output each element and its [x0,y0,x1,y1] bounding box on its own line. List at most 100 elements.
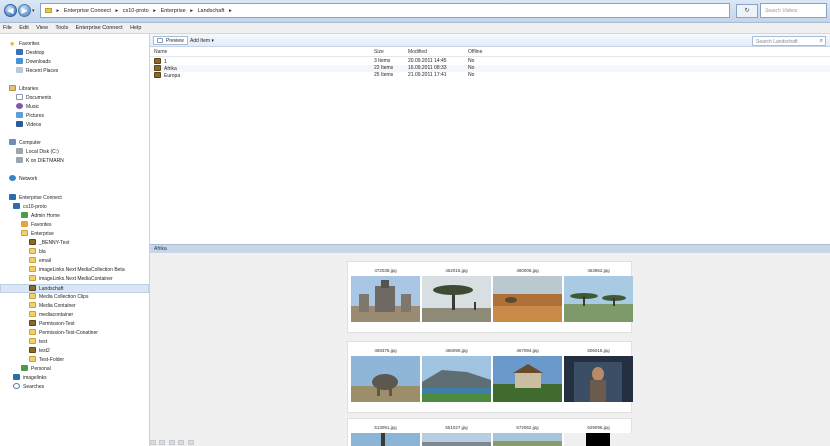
thumbnail[interactable]: 480006.jpg [493,268,562,322]
column-header-modified[interactable]: Modified [408,48,427,56]
computer-icon [9,139,16,145]
disk-icon [16,148,23,154]
sidebar-item-music[interactable]: Music [16,103,39,112]
breadcrumb[interactable]: ▸ Enterprise Connect ▸ cs10-proto ▸ Ente… [40,3,730,18]
menu-bar: File Edit View Tools Enterprise Connect … [0,23,830,34]
sidebar-item-pictures[interactable]: Pictures [16,112,44,121]
breadcrumb-item[interactable]: Enterprise [161,8,186,14]
thumbnail-image [351,433,420,446]
sidebar-item-network[interactable]: Network [9,175,37,184]
thumbnail[interactable]: 463962.jpg [564,268,633,322]
sidebar-item-desktop[interactable]: Desktop [16,49,44,58]
table-row[interactable]: Afrika 22 Items 16.09.2011 08:33 No [150,65,830,72]
menu-enterprise-connect[interactable]: Enterprise Connect [73,23,126,31]
history-dropdown-icon[interactable]: ▾ [32,8,35,14]
sidebar-item-cs10-proto[interactable]: cs10-proto [13,203,47,212]
sidebar-item-local-disk[interactable]: Local Disk (C:) [16,148,59,157]
sidebar-item-landschaft[interactable]: Landschaft [0,284,149,293]
sidebar-item-imagelinks[interactable]: imagelinks [13,374,47,383]
thumbnail[interactable]: 462016.jpg [422,268,491,322]
preview-title: Afrika [154,246,167,252]
sidebar-item-documents[interactable]: Documents [16,94,51,103]
downloads-icon [16,58,23,64]
sidebar-item-favorites[interactable]: ★ Favorites [9,40,40,49]
sidebar-item-videos[interactable]: Videos [16,121,41,130]
table-row[interactable]: 1 3 Items 20.09.2011 14:45 No [150,58,830,65]
network-drive-icon [16,157,23,163]
sidebar-item-enterprise-connect[interactable]: Enterprise Connect [9,194,62,203]
sidebar-item-network-drive[interactable]: K on DIETMARN [16,157,64,166]
sidebar-item-folder[interactable]: bla [29,248,46,257]
refresh-button[interactable]: ↻ [736,4,758,18]
sidebar-item-folder[interactable]: Media Collection Clips [29,293,88,302]
sidebar-item-admin-home[interactable]: Admin Home [21,212,60,221]
sidebar-item-folder[interactable]: Permission-Test [29,320,75,329]
sidebar-item-downloads[interactable]: Downloads [16,58,51,67]
sidebar-item-folder[interactable]: Test-Folder [29,356,64,365]
breadcrumb-item[interactable]: cs10-proto [123,8,149,14]
thumbnail[interactable]: 467094.jpg [493,348,562,402]
column-header-size[interactable]: Size [374,48,384,56]
sidebar-item-folder[interactable]: imageLinks.Next MediaContainer [29,275,113,284]
folder-icon [154,72,161,78]
searches-icon [13,383,20,389]
thumbnail[interactable]: 506015.jpg [564,348,633,402]
sidebar-item-folder[interactable]: test2 [29,347,50,356]
folder-search-input[interactable]: Search Landschaft ⌕ [752,36,826,46]
menu-edit[interactable]: Edit [16,23,31,31]
recent-places-icon [16,67,23,73]
folder-icon [29,302,36,308]
sidebar-item-folder[interactable]: imageLinks.Next MediaCollection Beta [29,266,125,275]
column-header-offline[interactable]: Offline [468,48,482,56]
sidebar-item-enterprise[interactable]: Enterprise [21,230,54,239]
navigation-pane: ★ Favorites Desktop Downloads Recent Plac… [0,34,150,446]
star-icon: ★ [9,41,16,48]
thumbnail-image [493,276,562,322]
thumbnail[interactable]: 629096.jpg [564,425,633,446]
sidebar-item-recent-places[interactable]: Recent Places [16,67,58,76]
thumbnail-image [351,276,420,322]
menu-view[interactable]: View [33,23,51,31]
admin-home-icon [21,212,28,218]
preview-header: Afrika [150,244,830,253]
forward-arrow-icon[interactable]: ▶ [18,4,31,17]
thumbnail[interactable]: 469375.jpg [351,348,420,402]
folder-icon [29,275,36,281]
menu-help[interactable]: Help [127,23,144,31]
folder-icon [29,347,36,353]
breadcrumb-item[interactable]: Enterprise Connect [64,8,111,14]
folder-open-icon [21,230,28,236]
search-input[interactable]: Search Videos [760,3,827,18]
personal-icon [21,365,28,371]
preview-button[interactable]: Preview [153,36,188,45]
menu-file[interactable]: File [0,23,15,31]
folder-icon [154,65,161,71]
sidebar-item-folder[interactable]: Permission-Test-Conatiner [29,329,98,338]
thumbnail[interactable]: 466090.jpg [422,348,491,402]
add-item-button[interactable]: Add Item ▾ [186,36,218,45]
sidebar-item-computer[interactable]: Computer [9,139,41,148]
folder-icon [29,311,36,317]
thumbnail[interactable]: 551027.jpg [422,425,491,446]
thumbnail[interactable]: 572062.jpg [493,425,562,446]
menu-tools[interactable]: Tools [52,23,71,31]
thumbnail-image [493,356,562,402]
thumbnail[interactable]: 472038.jpg [351,268,420,322]
sidebar-item-folder[interactable]: test [29,338,47,347]
thumbnail[interactable]: 513091.jpg [351,425,420,446]
sidebar-item-searches[interactable]: Searches [13,383,44,392]
sidebar-item-folder[interactable]: email [29,257,51,266]
sidebar-item-folder[interactable]: _BENNY-Test [29,239,69,248]
table-row[interactable]: Europa 25 Items 21.09.2011 17:41 No [150,72,830,79]
back-arrow-icon[interactable]: ◀ [4,4,17,17]
sidebar-item-ec-favorites[interactable]: Favorites [21,221,52,230]
sidebar-item-folder[interactable]: Media Container [29,302,76,311]
sidebar-item-folder[interactable]: mediacontainer [29,311,73,320]
sidebar-item-libraries[interactable]: Libraries [9,85,38,94]
breadcrumb-item[interactable]: Landschaft [197,8,224,14]
sidebar-item-personal[interactable]: Personal [21,365,51,374]
column-header-name[interactable]: Name [154,48,167,56]
desktop-icon [16,49,23,55]
folder-icon [29,239,36,245]
status-segment [187,440,194,445]
